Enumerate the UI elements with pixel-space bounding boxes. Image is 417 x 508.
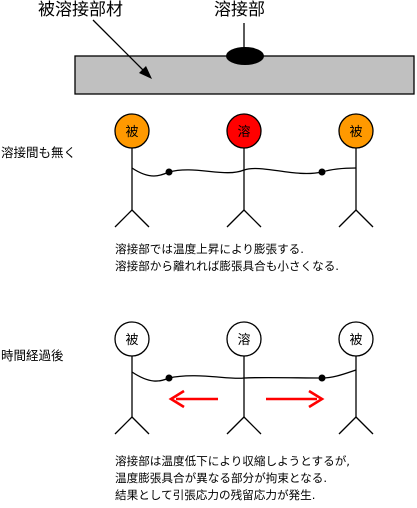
stage-1-figure-right: 被 [338, 113, 374, 228]
stage-2-head-right-label: 被 [349, 333, 362, 348]
stage-2-head-center-label: 溶 [237, 333, 250, 348]
stage-1-description: 溶接部では温度上昇により膨張する. 溶接部から離れれば膨張具合も小さくなる. [115, 241, 339, 275]
shrink-arrow-right [266, 389, 325, 409]
stage-1-knot-left [165, 168, 173, 176]
stage-1-side-label: 溶接間も無く [1, 145, 77, 160]
stage-1-head-center-label: 溶 [237, 125, 250, 140]
stage-1-description-line-1: 溶接部では温度上昇により膨張する. [115, 242, 304, 256]
stage-2-description-line-1: 溶接部は温度低下により収縮しようとするが, [115, 454, 350, 468]
stage-2-description-line-2: 温度膨張具合が異なる部分が拘束となる. [115, 471, 328, 485]
stage-2-head-left-label: 被 [125, 333, 138, 348]
stage-2-figure-right: 被 [338, 321, 374, 435]
stage-1-figure-left: 被 [114, 113, 150, 228]
shrink-arrow-left [168, 389, 218, 409]
weld-bead [226, 47, 264, 65]
base-metal-label: 被溶接部材 [38, 0, 123, 20]
stage-1-head-right-label: 被 [349, 125, 362, 140]
stage-1-figures: 被 溶 被 [114, 113, 374, 228]
stage-2-figures: 被 溶 被 [114, 321, 374, 435]
stage-2-knot-left [165, 374, 173, 382]
stage-2-side-label: 時間経過後 [1, 348, 64, 363]
stage-2-description: 溶接部は温度低下により収縮しようとするが, 温度膨張具合が異なる部分が拘束となる… [115, 453, 350, 504]
stage-1-description-line-2: 溶接部から離れれば膨張具合も小さくなる. [115, 259, 339, 273]
stage-1-head-left-label: 被 [125, 125, 138, 140]
stage-2-description-line-3: 結果として引張応力の残留応力が発生. [115, 488, 316, 502]
weld-label: 溶接部 [214, 0, 265, 20]
stage-2-knot-right [318, 374, 326, 382]
stage-1-knot-right [318, 168, 326, 176]
stage-1-figure-center: 溶 [226, 113, 262, 228]
